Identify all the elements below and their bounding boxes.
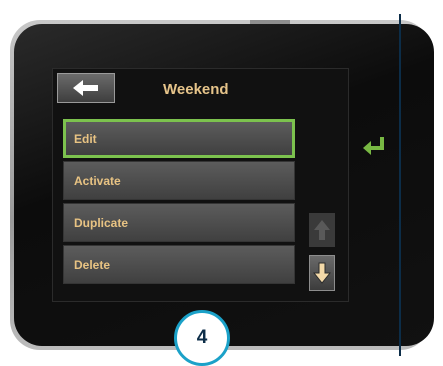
menu-item-edit[interactable]: Edit <box>63 119 295 158</box>
screen-title: Weekend <box>163 81 229 98</box>
down-arrow-icon <box>313 262 331 284</box>
menu-list: Edit Activate Duplicate Delete <box>63 119 295 287</box>
scroll-down-button[interactable] <box>309 255 335 291</box>
up-arrow-icon <box>314 220 330 240</box>
device-top-button <box>250 20 290 24</box>
left-arrow-icon <box>73 80 98 96</box>
step-number-badge: 4 <box>174 310 230 366</box>
menu-item-duplicate[interactable]: Duplicate <box>63 203 295 242</box>
back-button[interactable] <box>57 73 115 103</box>
return-arrow-icon <box>363 137 384 155</box>
menu-item-label: Activate <box>74 173 121 188</box>
menu-item-activate[interactable]: Activate <box>63 161 295 200</box>
divider-line <box>399 14 401 356</box>
scroll-up-button[interactable] <box>309 213 335 247</box>
menu-item-delete[interactable]: Delete <box>63 245 295 284</box>
menu-item-label: Delete <box>74 257 111 272</box>
device-screen: Weekend Edit Activate Duplicate Delete <box>52 68 349 302</box>
menu-item-label: Duplicate <box>74 215 129 230</box>
menu-item-label: Edit <box>74 131 97 146</box>
